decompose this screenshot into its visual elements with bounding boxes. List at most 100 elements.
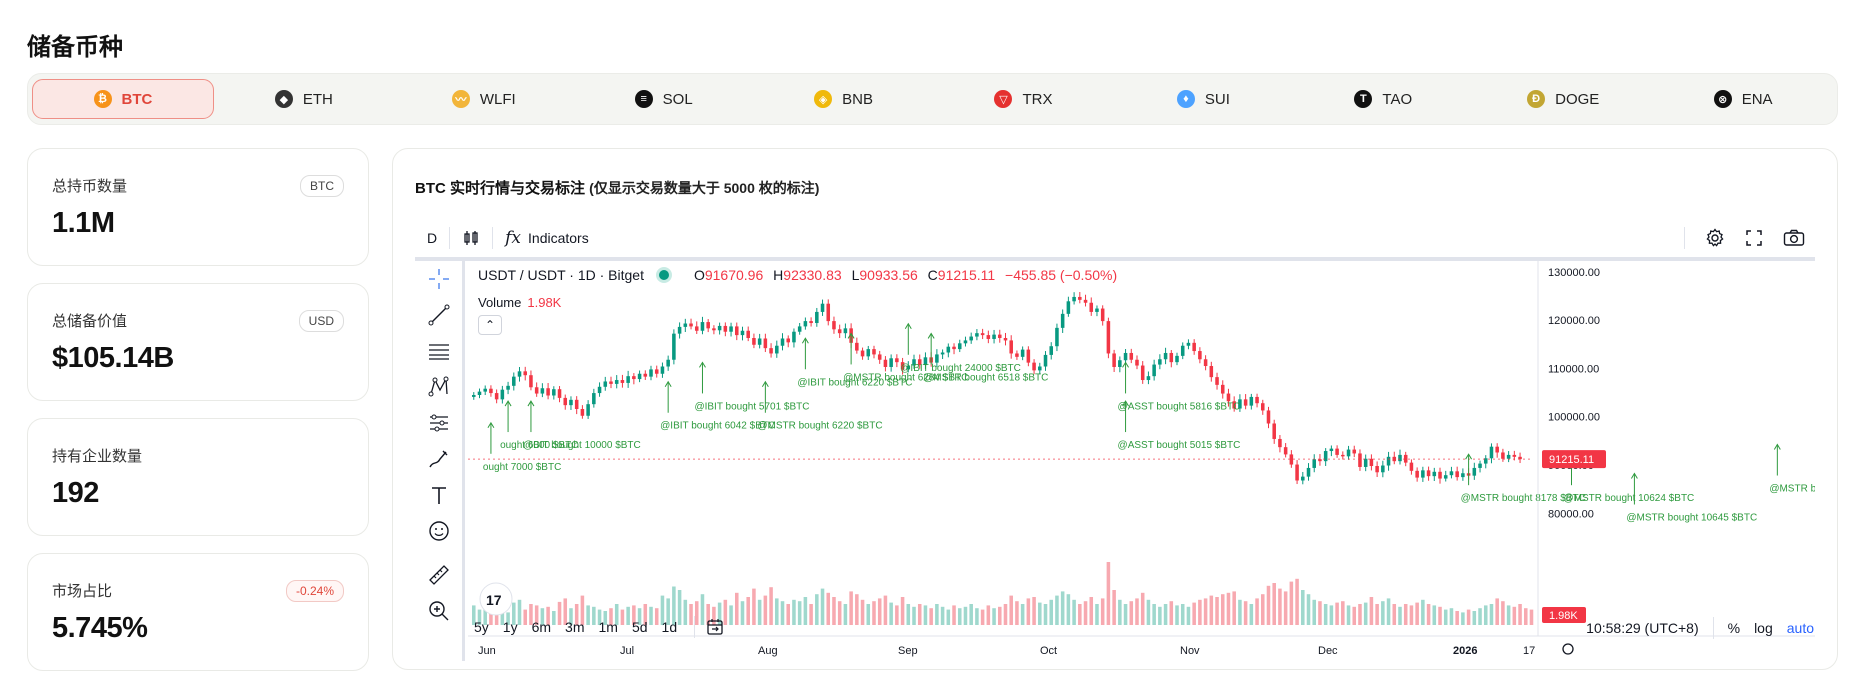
candle-body (1489, 446, 1494, 459)
candle-body (712, 328, 716, 331)
range-button-1y[interactable]: 1y (496, 619, 525, 635)
coin-tab-label: ETH (302, 90, 333, 108)
percent-scale-button[interactable]: % (1728, 620, 1740, 636)
y-tick-label: 110000.00 (1548, 363, 1599, 375)
candle-body (1363, 458, 1368, 467)
candle-body (940, 352, 945, 355)
coin-tab-sol[interactable]: ≡ SOL (574, 79, 754, 119)
candle-body (1312, 459, 1317, 468)
coin-tab-bnb[interactable]: ◈ BNB (754, 79, 934, 119)
brush-tool[interactable] (425, 445, 453, 473)
candle-body (815, 311, 819, 324)
coin-tab-sui[interactable]: ♦ SUI (1113, 79, 1293, 119)
symbol-legend: USDT / USDT · 1D · Bitget O91670.96 H923… (478, 267, 1117, 283)
pattern-tool[interactable] (425, 373, 453, 401)
candle-body (1501, 452, 1505, 459)
range-button-6m[interactable]: 6m (525, 619, 558, 635)
trade-annotation: @MSTR bought 6220 $BTC (757, 421, 882, 432)
stat-value: 5.745% (52, 612, 148, 644)
measure-tool[interactable] (425, 561, 453, 589)
range-button-5d[interactable]: 5d (625, 619, 655, 635)
candle-body (1306, 467, 1311, 477)
camera-icon[interactable] (1783, 229, 1805, 247)
candle-body (597, 386, 602, 394)
coin-tab-tao[interactable]: T TAO (1293, 79, 1473, 119)
candle-body (563, 397, 568, 406)
candle-body (735, 326, 739, 336)
candle-body (1278, 438, 1282, 448)
candle-body (809, 321, 813, 324)
candle-body (517, 371, 522, 377)
toolbar-separator (694, 616, 696, 638)
chart-bottom-toolbar: 5y 1y 6m 3m 1m 5d 1d 10:58:29 (UTC+8) % log au… (467, 607, 1814, 647)
log-scale-button[interactable]: log (1754, 620, 1773, 636)
candle-body (763, 338, 768, 349)
candle-body (540, 388, 545, 394)
toolbar-separator (1712, 617, 1714, 639)
stat-label: 市场占比 (52, 583, 113, 600)
indicators-button[interactable]: fx Indicators (493, 223, 601, 253)
candle-body (1066, 301, 1071, 314)
coin-tab-ena[interactable]: ⊗ ENA (1653, 79, 1833, 119)
candle-body (746, 330, 750, 339)
coin-tab-label: SUI (1204, 90, 1230, 108)
fib-tool[interactable] (425, 337, 453, 365)
chart-pane[interactable]: ought 7000 $BTC @BIT bought 10000 $BTC oug… (468, 261, 1815, 661)
candle-body (883, 359, 888, 367)
unit-badge: BTC (300, 175, 344, 197)
candle-body (677, 326, 682, 334)
candle-body (694, 326, 699, 331)
candle-body (1301, 476, 1305, 481)
forecast-tool[interactable] (425, 409, 453, 437)
candle-body (1112, 353, 1116, 367)
range-button-3m[interactable]: 3m (558, 619, 591, 635)
coin-tab-label: BTC (121, 90, 153, 108)
emoji-tool[interactable] (425, 517, 453, 545)
candle-body (1163, 352, 1168, 360)
range-button-1m[interactable]: 1m (592, 619, 625, 635)
candle-body (1072, 296, 1076, 302)
candle-body (1369, 458, 1374, 467)
bitcoin-icon: ₿ (93, 90, 112, 108)
coin-tab-trx[interactable]: ▽ TRX (934, 79, 1114, 119)
candle-body (1129, 352, 1134, 360)
close-value: 91215.11 (937, 267, 996, 283)
auto-scale-button[interactable]: auto (1787, 620, 1814, 636)
candle-body (889, 358, 893, 367)
candle-body (946, 346, 951, 353)
text-tool[interactable] (425, 481, 453, 509)
interval-button[interactable]: D (415, 223, 449, 253)
candle-body (895, 358, 899, 363)
chart-type-button[interactable] (450, 223, 492, 253)
candle-body (866, 349, 871, 357)
range-button-5y[interactable]: 5y (467, 619, 496, 635)
coin-tab-wlfi[interactable]: 〰 WLFI (394, 79, 574, 119)
zoom-tool[interactable] (425, 597, 453, 625)
coin-tab-eth[interactable]: ◆ ETH (214, 79, 394, 119)
fullscreen-icon[interactable] (1745, 229, 1763, 247)
candle-body (649, 369, 653, 377)
trade-annotation: @MSTR bought 10624 $BTC (1564, 493, 1695, 504)
gear-icon[interactable] (1705, 228, 1725, 248)
collapse-legend-button[interactable]: ⌃ (478, 315, 502, 335)
coin-tab-btc[interactable]: ₿ BTC (32, 79, 214, 119)
candle-body (512, 376, 516, 386)
candle-body (803, 321, 808, 327)
coin-tab-doge[interactable]: Ð DOGE (1473, 79, 1653, 119)
candle-body (614, 380, 619, 384)
trend-line-tool[interactable] (425, 301, 453, 329)
trend-line-icon (428, 304, 450, 326)
crosshair-tool[interactable] (425, 265, 453, 293)
candle-body (1175, 355, 1179, 363)
candlestick-chart[interactable]: ought 7000 $BTC@BIT bought 10000 $BTCoug… (468, 261, 1815, 661)
candle-body (1289, 454, 1294, 465)
candle-body (1426, 470, 1431, 477)
forecast-icon (430, 414, 448, 432)
stat-card-total-reserve-value: 总储备价值 USD $105.14B (27, 283, 369, 401)
date-range-icon[interactable] (705, 617, 725, 637)
ethereum-icon: ◆ (274, 90, 293, 108)
range-button-1d[interactable]: 1d (655, 619, 685, 635)
chart-card: BTC 实时行情与交易标注 (仅显示交易数量大于 5000 枚的标注) D fx… (392, 148, 1838, 670)
candle-body (1146, 376, 1151, 381)
candle-body (660, 366, 665, 374)
